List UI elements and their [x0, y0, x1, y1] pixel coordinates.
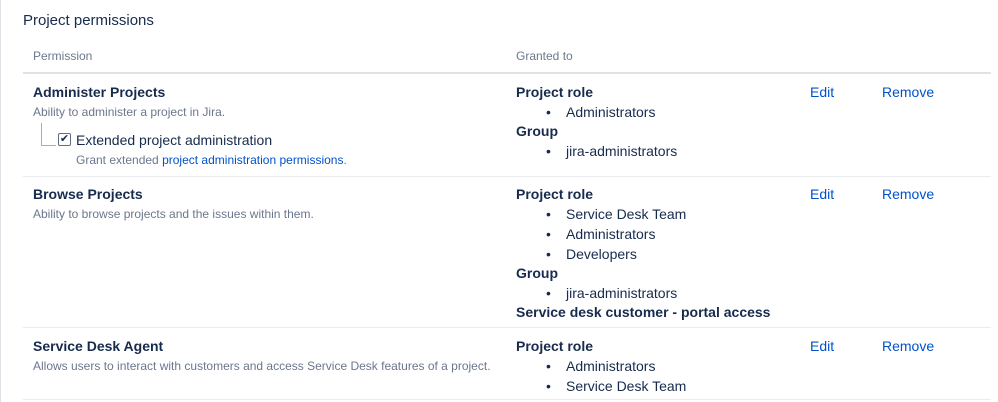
remove-button[interactable]: Remove — [882, 338, 934, 354]
grant-type-label: Project role — [516, 338, 594, 354]
row-divider — [23, 399, 991, 400]
section-title: Project permissions — [23, 12, 154, 29]
grant-item: • Developers — [546, 246, 637, 262]
grant-item: • Administrators — [546, 104, 656, 120]
grant-type-label: Service desk customer - portal access — [516, 304, 771, 320]
permission-description: Ability to administer a project in Jira. — [33, 105, 226, 119]
grant-item: • jira-administrators — [546, 143, 678, 159]
row-divider — [23, 327, 991, 328]
grant-type-label: Project role — [516, 84, 594, 100]
grant-item: • jira-administrators — [546, 285, 678, 301]
tree-connector — [41, 123, 56, 146]
admin-permissions-link[interactable]: project administration permissions — [162, 153, 343, 167]
grant-item: • Service Desk Team — [546, 206, 687, 222]
remove-button[interactable]: Remove — [882, 84, 934, 100]
column-header-granted-to: Granted to — [516, 49, 573, 63]
permission-description: Allows users to interact with customers … — [33, 359, 491, 373]
permission-description: Ability to browse projects and the issue… — [33, 207, 314, 221]
permission-name: Administer Projects — [33, 84, 166, 100]
remove-button[interactable]: Remove — [882, 186, 934, 202]
extended-admin-label: Extended project administration — [76, 132, 273, 148]
grant-item: • Administrators — [546, 358, 656, 374]
extended-admin-description: Grant extended project administration pe… — [76, 153, 347, 167]
row-divider — [23, 176, 991, 177]
table-header-divider — [23, 72, 991, 74]
check-icon: ✔ — [59, 133, 70, 145]
permission-name: Browse Projects — [33, 186, 143, 202]
grant-type-label: Group — [516, 265, 558, 281]
extended-admin-checkbox[interactable]: ✔ — [58, 133, 71, 146]
edit-button[interactable]: Edit — [810, 186, 834, 202]
edit-button[interactable]: Edit — [810, 84, 834, 100]
page-left-border — [0, 0, 1, 402]
grant-item: • Service Desk Team — [546, 378, 687, 394]
grant-item: • Administrators — [546, 226, 656, 242]
edit-button[interactable]: Edit — [810, 338, 834, 354]
permission-name: Service Desk Agent — [33, 338, 164, 354]
grant-type-label: Project role — [516, 186, 594, 202]
grant-type-label: Group — [516, 123, 558, 139]
column-header-permission: Permission — [33, 49, 93, 63]
